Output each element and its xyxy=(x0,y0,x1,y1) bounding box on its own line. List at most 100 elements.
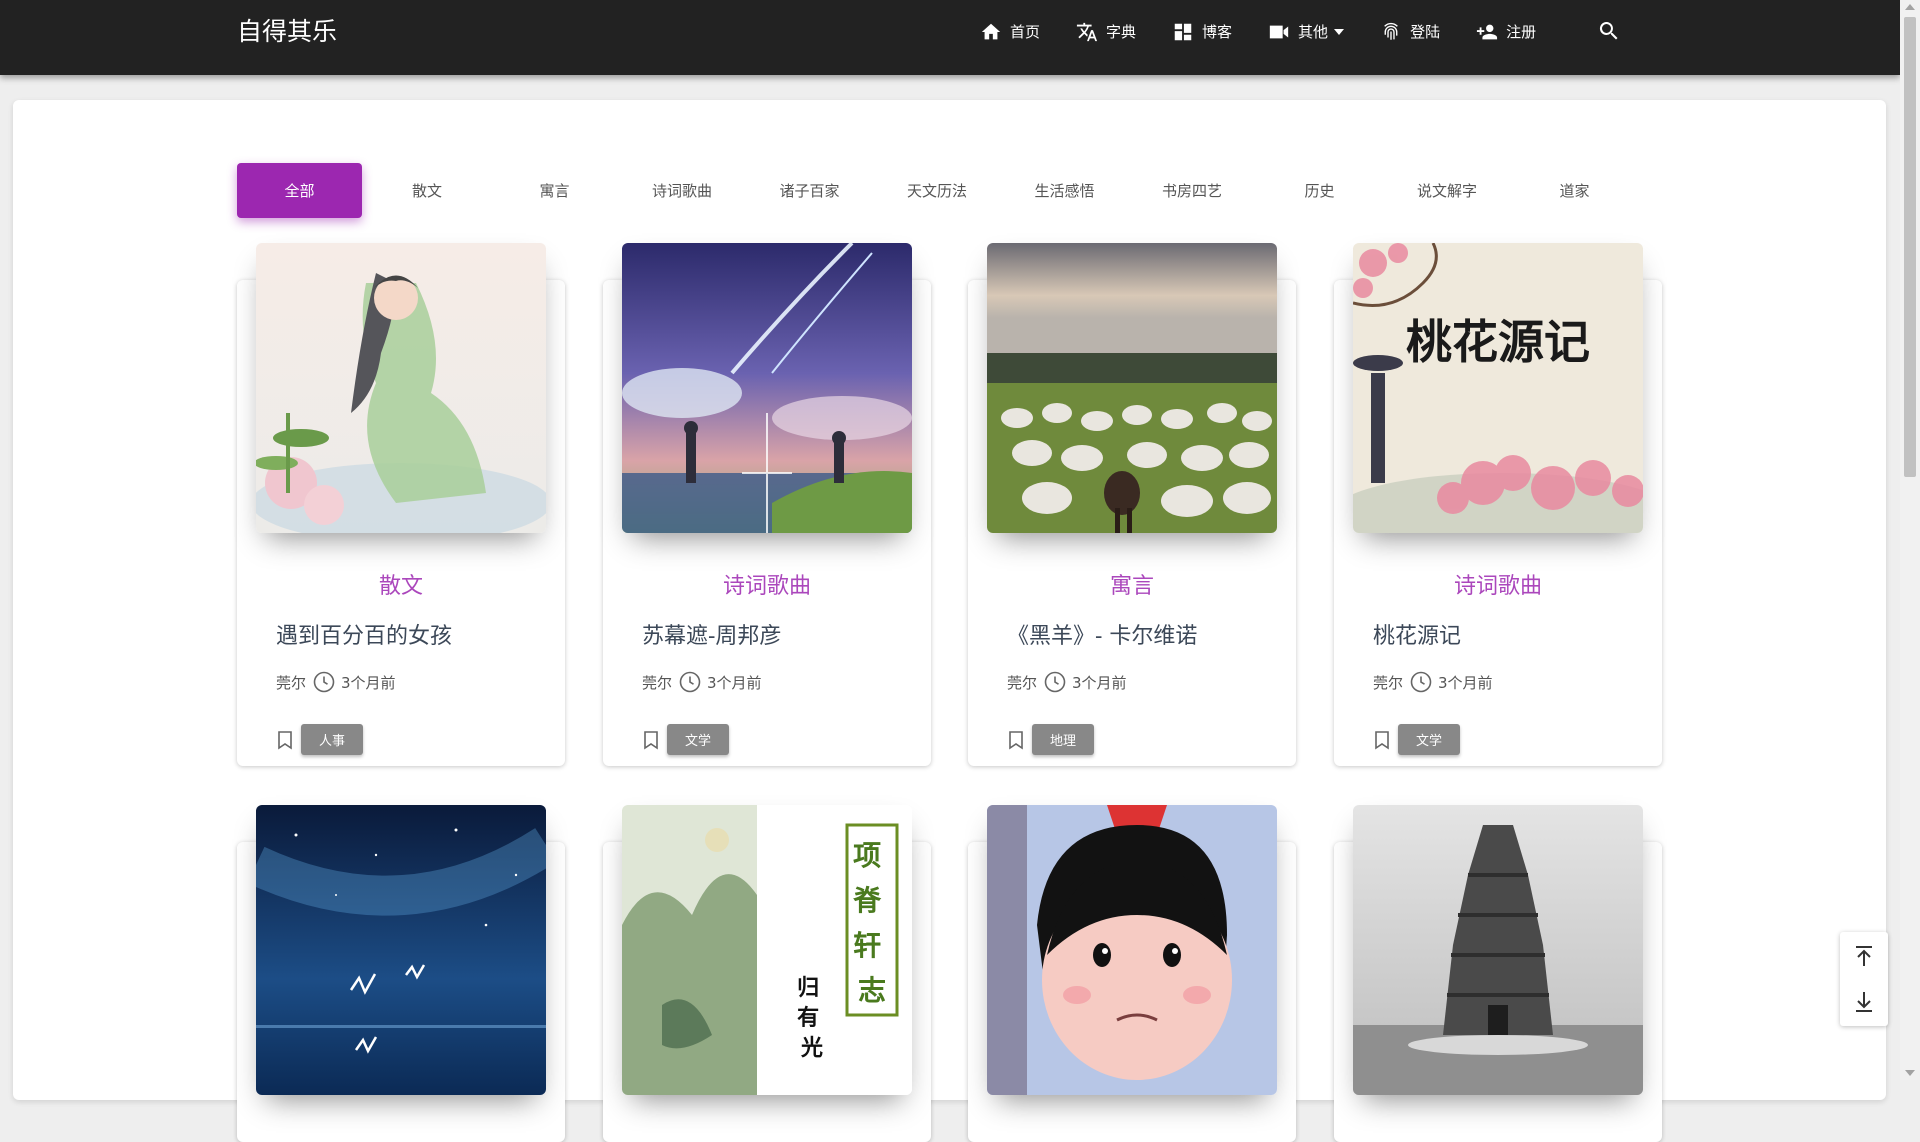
painting-woman-lotus-image xyxy=(256,243,546,533)
category-tab[interactable]: 散文 xyxy=(365,163,490,218)
card-title[interactable]: 桃花源记 xyxy=(1373,618,1461,650)
scrollbar-thumb[interactable] xyxy=(1904,17,1916,477)
dashboard-icon xyxy=(1174,23,1192,40)
tag-badge[interactable]: 文学 xyxy=(1398,724,1461,755)
card-tags: 文学 xyxy=(642,724,730,755)
peach-blossom-calligraphy-image: 桃花源记 xyxy=(1353,243,1643,533)
nav-item-label: 字典 xyxy=(1106,23,1137,41)
card-category[interactable]: 散文 xyxy=(237,568,565,600)
bookmark-icon xyxy=(1009,730,1023,749)
brand-logo[interactable]: 自得其乐 xyxy=(237,0,337,63)
home-icon xyxy=(981,23,1001,39)
card-category[interactable]: 诗词歌曲 xyxy=(603,568,931,600)
tag-badge[interactable]: 人事 xyxy=(301,724,364,755)
card-title[interactable]: 遇到百分百的女孩 xyxy=(276,618,452,650)
nav-item-label: 首页 xyxy=(1010,23,1041,41)
article-card[interactable]: 项 脊 轩 志 归 有 光 xyxy=(603,805,931,1142)
article-thumbnail[interactable] xyxy=(256,805,546,1095)
card-tags: 人事 xyxy=(276,724,364,755)
article-card[interactable] xyxy=(1334,805,1662,1142)
nav-menu: 首页 字典 博客 其他 登陆 注册 xyxy=(980,0,1572,63)
card-title[interactable]: 苏幕遮-周邦彦 xyxy=(642,618,781,650)
nav-item-label: 注册 xyxy=(1506,23,1537,41)
page-scrollbar[interactable] xyxy=(1900,0,1920,1080)
card-tags: 文学 xyxy=(1373,724,1461,755)
article-thumbnail[interactable] xyxy=(256,243,546,533)
category-tab[interactable]: 寓言 xyxy=(492,163,617,218)
tag-badge[interactable]: 文学 xyxy=(667,724,730,755)
person-add-icon xyxy=(1476,24,1498,39)
card-time: 3个月前 xyxy=(1072,673,1127,692)
ink-painting-calligraphy-image: 项 脊 轩 志 归 有 光 xyxy=(622,805,912,1095)
card-meta: 莞尔 3个月前 xyxy=(1373,670,1493,694)
caret-down-icon xyxy=(1334,28,1345,35)
top-navbar: 自得其乐 首页 字典 博客 其他 登陆 注册 xyxy=(0,0,1900,75)
calligraphy-author-text: 归 有 光 xyxy=(797,975,827,1061)
translate-icon xyxy=(1076,22,1098,41)
category-tab[interactable]: 历史 xyxy=(1257,163,1382,218)
category-tab-all[interactable]: 全部 xyxy=(237,163,362,218)
card-time: 3个月前 xyxy=(341,673,396,692)
category-tabs: 全部 散文 寓言 诗词歌曲 诸子百家 天文历法 生活感悟 书房四艺 历史 说文解… xyxy=(237,163,1640,218)
card-category[interactable]: 诗词歌曲 xyxy=(1334,568,1662,600)
sheep-flock-image xyxy=(987,243,1277,533)
search-button[interactable] xyxy=(1597,19,1621,43)
card-meta: 莞尔 3个月前 xyxy=(276,670,396,694)
category-tab[interactable]: 诸子百家 xyxy=(747,163,872,218)
card-author: 莞尔 xyxy=(1007,673,1038,692)
article-thumbnail[interactable]: 项 脊 轩 志 归 有 光 xyxy=(622,805,912,1095)
card-title[interactable]: 《黑羊》- 卡尔维诺 xyxy=(1007,618,1197,650)
nav-item-label: 其他 xyxy=(1298,23,1329,41)
bookmark-icon xyxy=(644,730,658,749)
nav-item-login[interactable]: 登陆 xyxy=(1380,21,1440,43)
category-tab[interactable]: 天文历法 xyxy=(875,163,1000,218)
article-card[interactable]: 诗词歌曲 苏幕遮-周邦彦 莞尔 3个月前 文学 xyxy=(603,243,931,766)
card-author: 莞尔 xyxy=(642,673,673,692)
bookmark-icon xyxy=(1375,730,1389,749)
scroll-to-bottom-icon[interactable] xyxy=(1852,990,1876,1014)
scroll-to-top-icon[interactable] xyxy=(1852,944,1876,968)
video-icon xyxy=(1269,25,1289,38)
scroll-buttons xyxy=(1840,932,1888,1026)
scroll-up-arrow-icon[interactable] xyxy=(1905,4,1915,10)
nav-item-blog[interactable]: 博客 xyxy=(1172,21,1232,43)
card-tags: 地理 xyxy=(1007,724,1095,755)
ancient-pagoda-photo-image xyxy=(1353,805,1643,1095)
category-tab[interactable]: 道家 xyxy=(1512,163,1637,218)
fingerprint-icon xyxy=(1384,22,1398,40)
card-meta: 莞尔 3个月前 xyxy=(642,670,762,694)
clock-icon xyxy=(1410,671,1432,693)
article-card[interactable] xyxy=(237,805,565,1142)
nav-item-home[interactable]: 首页 xyxy=(980,21,1040,43)
clock-icon xyxy=(679,671,701,693)
category-tab[interactable]: 书房四艺 xyxy=(1130,163,1255,218)
anime-comet-sky-image xyxy=(622,243,912,533)
nav-item-other-dropdown[interactable]: 其他 xyxy=(1268,21,1345,43)
scroll-down-arrow-icon[interactable] xyxy=(1905,1070,1915,1076)
article-card[interactable]: 寓言 《黑羊》- 卡尔维诺 莞尔 3个月前 地理 xyxy=(968,243,1296,766)
category-tab[interactable]: 生活感悟 xyxy=(1002,163,1127,218)
article-card[interactable] xyxy=(968,805,1296,1142)
article-card[interactable]: 散文 遇到百分百的女孩 莞尔 3个月前 人事 xyxy=(237,243,565,766)
nav-item-dictionary[interactable]: 字典 xyxy=(1076,21,1136,43)
nav-item-register[interactable]: 注册 xyxy=(1476,21,1536,43)
search-icon xyxy=(1599,22,1618,40)
article-thumbnail[interactable] xyxy=(987,243,1277,533)
card-time: 3个月前 xyxy=(707,673,762,692)
card-author: 莞尔 xyxy=(1373,673,1404,692)
category-tab[interactable]: 诗词歌曲 xyxy=(620,163,745,218)
article-thumbnail[interactable] xyxy=(1353,805,1643,1095)
night-sea-birds-image xyxy=(256,805,546,1095)
article-thumbnail[interactable] xyxy=(622,243,912,533)
nav-item-label: 登陆 xyxy=(1410,23,1441,41)
article-card[interactable]: 桃花源记 诗词歌曲 桃花源记 莞尔 3个月前 文学 xyxy=(1334,243,1662,766)
card-category[interactable]: 寓言 xyxy=(968,568,1296,600)
clock-icon xyxy=(1044,671,1066,693)
category-tab[interactable]: 说文解字 xyxy=(1385,163,1510,218)
card-author: 莞尔 xyxy=(276,673,307,692)
tag-badge[interactable]: 地理 xyxy=(1032,724,1095,755)
article-thumbnail[interactable] xyxy=(987,805,1277,1095)
article-thumbnail[interactable]: 桃花源记 xyxy=(1353,243,1643,533)
card-time: 3个月前 xyxy=(1438,673,1493,692)
nav-item-label: 博客 xyxy=(1202,23,1233,41)
